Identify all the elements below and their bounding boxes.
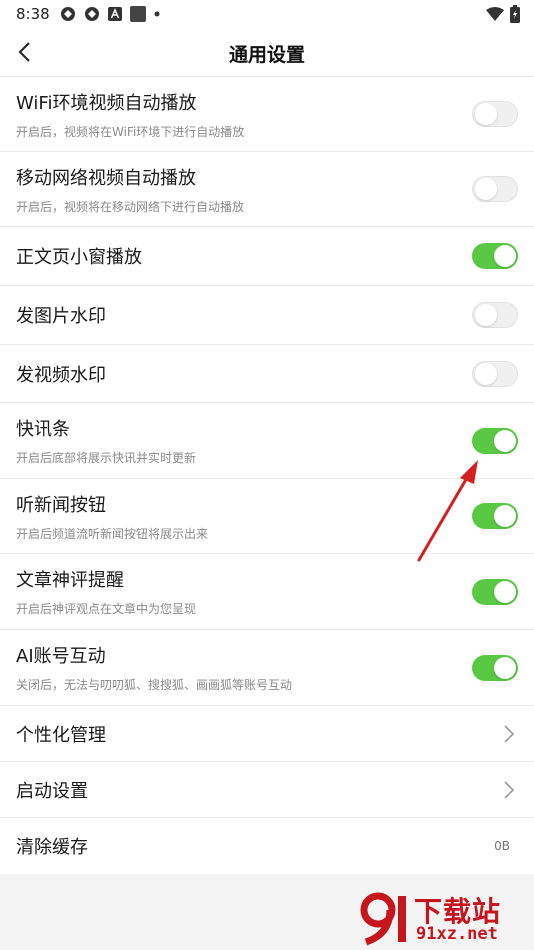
page-title: 通用设置 <box>228 44 305 66</box>
comment-reminder-toggle[interactable] <box>472 578 518 605</box>
toggle-knob <box>494 505 516 527</box>
setting-label: 听新闻按钮 <box>16 495 106 516</box>
site-watermark: 下载站 91xz.net <box>356 890 528 948</box>
toggle-knob <box>475 362 497 385</box>
app-icon-1 <box>60 7 75 21</box>
toggle-knob <box>494 656 516 679</box>
dot-icon <box>154 11 160 17</box>
top-nav-bar: 通用设置 <box>0 28 534 77</box>
setting-desc: 开启后频道流听新闻按钮将展示出来 <box>16 527 209 541</box>
setting-label: WiFi环境视频自动播放 <box>16 93 197 114</box>
square-icon <box>129 6 146 22</box>
setting-label: 正文页小窗播放 <box>16 247 142 268</box>
video-watermark-toggle[interactable] <box>472 360 518 387</box>
setting-desc: 关闭后，无法与叨叨狐、搜搜狐、画画狐等账号互动 <box>16 678 293 692</box>
setting-desc: 开启后，视频将在WiFi环境下进行自动播放 <box>16 125 245 139</box>
wifi-autoplay-toggle[interactable] <box>472 101 518 127</box>
setting-listen-news: 听新闻按钮 开启后频道流听新闻按钮将展示出来 <box>0 479 534 554</box>
app-icon-2 <box>84 7 99 21</box>
setting-label: 发视频水印 <box>16 364 106 386</box>
setting-video-watermark: 发视频水印 <box>0 345 534 403</box>
setting-label: 发图片水印 <box>16 306 106 327</box>
setting-label: 启动设置 <box>16 780 88 802</box>
status-time: 8:38 <box>16 5 50 23</box>
watermark-logo-icon <box>360 892 406 946</box>
setting-comment-reminder: 文章神评提醒 开启后神评观点在文章中为您呈现 <box>0 554 534 630</box>
setting-desc: 开启后神评观点在文章中为您呈现 <box>16 602 197 616</box>
news-flash-toggle[interactable] <box>472 427 518 454</box>
setting-label: 清除缓存 <box>16 837 88 858</box>
status-bar: 8:38 <box>0 0 534 28</box>
font-icon <box>107 7 122 21</box>
mobile-autoplay-toggle[interactable] <box>472 176 518 202</box>
setting-mini-window: 正文页小窗播放 <box>0 227 534 286</box>
setting-image-watermark: 发图片水印 <box>0 286 534 345</box>
setting-startup[interactable]: 启动设置 <box>0 762 534 818</box>
setting-label: AI账号互动 <box>16 646 106 667</box>
setting-wifi-autoplay: WiFi环境视频自动播放 开启后，视频将在WiFi环境下进行自动播放 <box>0 77 534 152</box>
setting-clear-cache[interactable]: 清除缓存 0B <box>0 818 534 874</box>
setting-news-flash: 快讯条 开启后底部将展示快讯并实时更新 <box>0 403 534 479</box>
toggle-knob <box>494 245 516 267</box>
settings-list: WiFi环境视频自动播放 开启后，视频将在WiFi环境下进行自动播放 移动网络视… <box>0 77 534 874</box>
setting-label: 移动网络视频自动播放 <box>16 168 196 189</box>
ai-account-toggle[interactable] <box>472 654 518 681</box>
mini-window-toggle[interactable] <box>472 243 518 269</box>
toggle-knob <box>475 103 497 125</box>
setting-label: 个性化管理 <box>16 724 106 746</box>
setting-label: 快讯条 <box>16 419 70 440</box>
setting-personalization[interactable]: 个性化管理 <box>0 706 534 762</box>
toggle-knob <box>475 304 497 326</box>
setting-ai-account: AI账号互动 关闭后，无法与叨叨狐、搜搜狐、画画狐等账号互动 <box>0 630 534 706</box>
cache-size-value: 0B <box>494 839 510 853</box>
toggle-knob <box>494 580 516 603</box>
setting-desc: 开启后底部将展示快讯并实时更新 <box>16 451 197 465</box>
wifi-icon <box>486 7 504 21</box>
listen-news-toggle[interactable] <box>472 503 518 529</box>
image-watermark-toggle[interactable] <box>472 302 518 328</box>
chevron-right-icon <box>504 724 515 743</box>
chevron-right-icon <box>504 780 515 799</box>
toggle-knob <box>475 178 497 200</box>
setting-desc: 开启后，视频将在移动网络下进行自动播放 <box>16 200 245 214</box>
watermark-url: 91xz.net <box>416 924 498 944</box>
setting-label: 文章神评提醒 <box>16 570 124 591</box>
setting-mobile-autoplay: 移动网络视频自动播放 开启后，视频将在移动网络下进行自动播放 <box>0 152 534 227</box>
toggle-knob <box>494 429 516 452</box>
battery-icon <box>510 5 520 23</box>
